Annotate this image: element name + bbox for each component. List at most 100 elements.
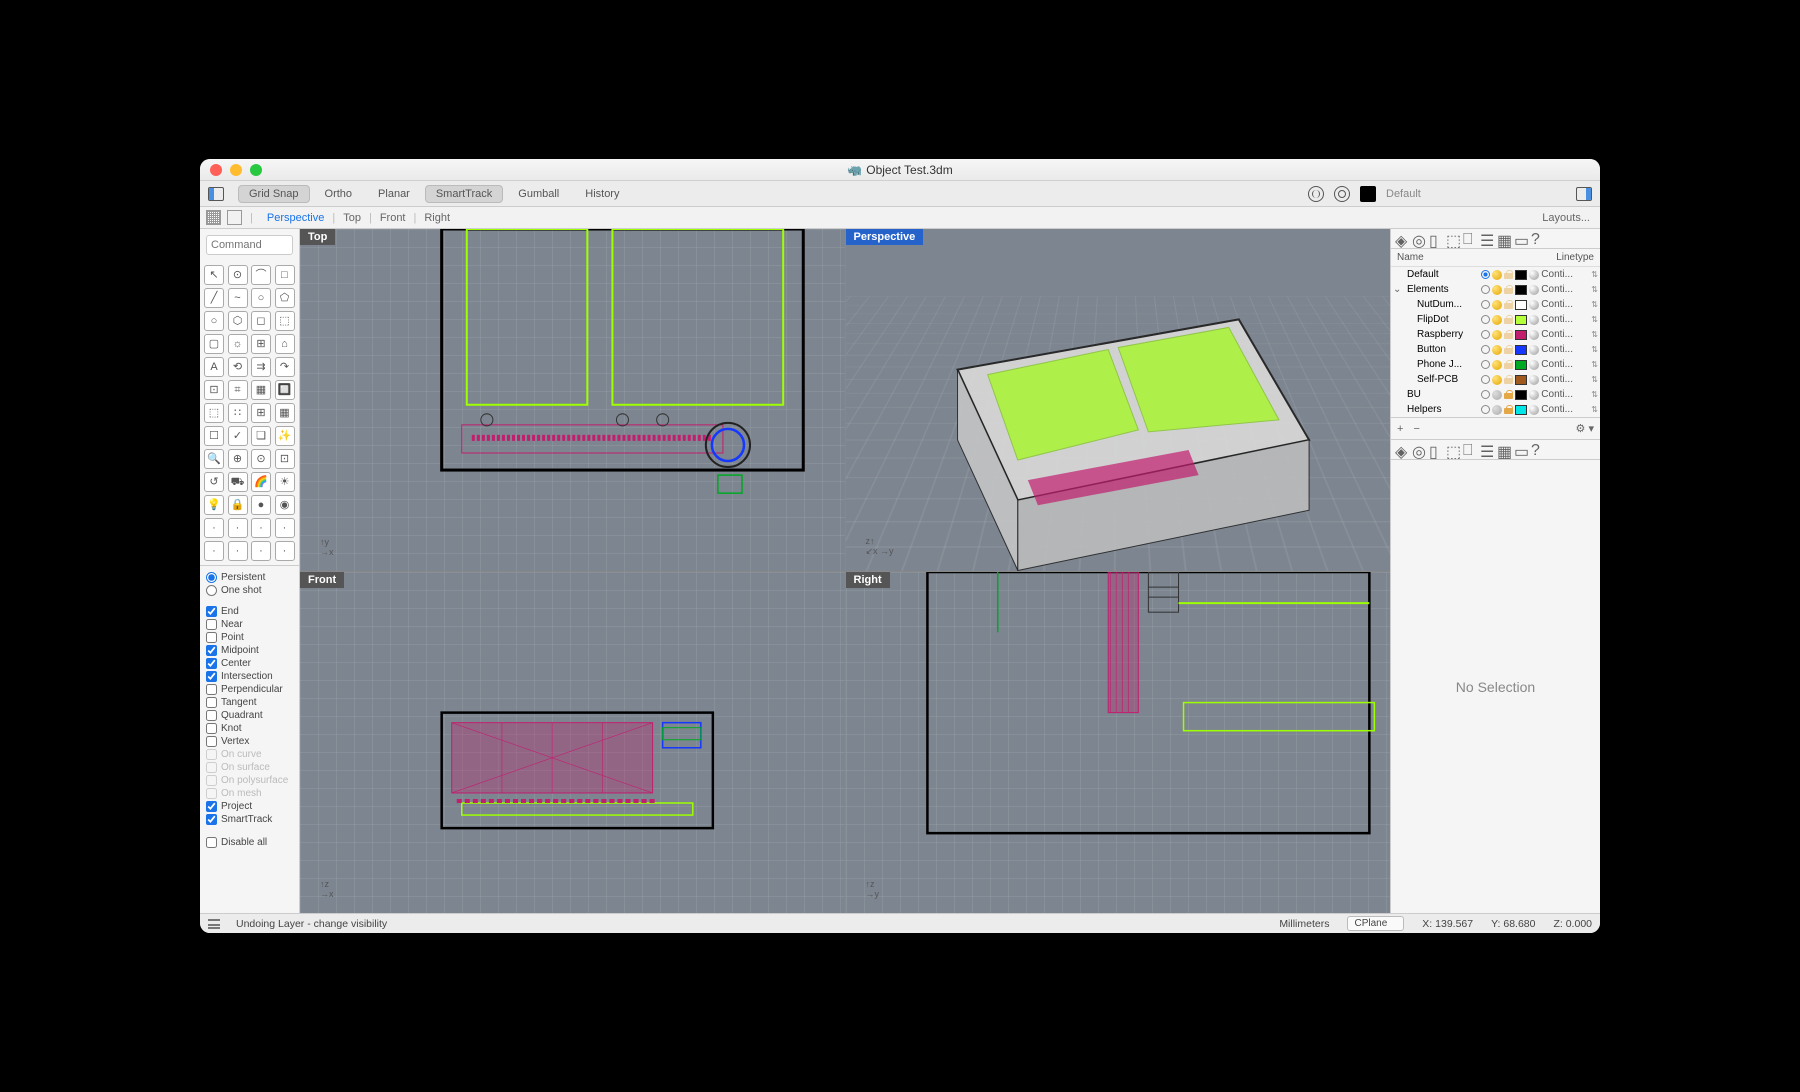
left-sidebar-toggle-icon[interactable] (208, 187, 224, 201)
statusbar-menu-icon[interactable] (208, 919, 220, 929)
material-icon[interactable] (1529, 390, 1539, 400)
osnap-near[interactable]: Near (206, 619, 293, 630)
props-page-icon[interactable]: ▯ (1429, 442, 1444, 457)
lock-icon[interactable] (1504, 270, 1513, 279)
layer-current-radio[interactable] (1481, 375, 1490, 384)
tool-0[interactable]: ↖ (204, 265, 224, 285)
material-icon[interactable] (1529, 405, 1539, 415)
layer-current-radio[interactable] (1481, 405, 1490, 414)
view-grid-icon[interactable] (206, 210, 221, 225)
lightbulb-icon[interactable] (1492, 300, 1502, 310)
tool-8[interactable]: ○ (204, 311, 224, 331)
zoom-icon[interactable] (250, 164, 262, 176)
tool-27[interactable]: ▦ (275, 403, 295, 423)
viewport-perspective[interactable]: Perspective z↑↙x →y (846, 229, 1391, 571)
osnap-quadrant[interactable]: Quadrant (206, 710, 293, 721)
toggle-history[interactable]: History (574, 185, 630, 203)
tool-10[interactable]: ◻ (251, 311, 271, 331)
layer-dropdown[interactable]: Default (1386, 188, 1566, 200)
color-swatch[interactable] (1515, 390, 1527, 400)
tool-17[interactable]: ⟲ (228, 357, 248, 377)
status-units[interactable]: Millimeters (1279, 918, 1329, 930)
lightbulb-icon[interactable] (1492, 360, 1502, 370)
tool-19[interactable]: ↷ (275, 357, 295, 377)
material-icon[interactable] (1529, 285, 1539, 295)
layer-current-radio[interactable] (1481, 270, 1490, 279)
tool-28[interactable]: ☐ (204, 426, 224, 446)
color-swatch[interactable] (1515, 270, 1527, 280)
box-icon[interactable]: ⬚ (1446, 231, 1461, 246)
osnap-disable-all[interactable]: Disable all (206, 837, 293, 848)
osnap-midpoint[interactable]: Midpoint (206, 645, 293, 656)
color-swatch[interactable] (1515, 345, 1527, 355)
layer-row[interactable]: Phone J...Conti...⇅ (1391, 357, 1600, 372)
props-layers-icon[interactable]: ◈ (1395, 442, 1410, 457)
stack-icon[interactable]: ☰ (1480, 231, 1495, 246)
color-swatch[interactable] (1515, 375, 1527, 385)
toggle-smarttrack[interactable]: SmartTrack (425, 185, 503, 203)
tool-42[interactable]: ● (251, 495, 271, 515)
layer-row[interactable]: Self-PCBConti...⇅ (1391, 372, 1600, 387)
view-single-icon[interactable] (227, 210, 242, 225)
material-icon[interactable] (1529, 345, 1539, 355)
props-help-icon[interactable]: ? (1531, 442, 1546, 457)
osnap-point[interactable]: Point (206, 632, 293, 643)
lock-icon[interactable] (1504, 285, 1513, 294)
layer-current-radio[interactable] (1481, 315, 1490, 324)
tool-25[interactable]: ∷ (228, 403, 248, 423)
tool-37[interactable]: ⛟ (228, 472, 248, 492)
osnap-smarttrack[interactable]: SmartTrack (206, 814, 293, 825)
tool-16[interactable]: A (204, 357, 224, 377)
tool-21[interactable]: ⌗ (228, 380, 248, 400)
layer-row[interactable]: NutDum...Conti...⇅ (1391, 297, 1600, 312)
target-icon[interactable] (1308, 186, 1324, 202)
tool-38[interactable]: 🌈 (251, 472, 271, 492)
osnap-center[interactable]: Center (206, 658, 293, 669)
layer-row[interactable]: DefaultConti...⇅ (1391, 267, 1600, 282)
lock-icon[interactable] (1504, 405, 1513, 414)
material-icon[interactable] (1529, 360, 1539, 370)
layer-row[interactable]: BUConti...⇅ (1391, 387, 1600, 402)
view-tab-top[interactable]: Top (337, 212, 367, 224)
help-icon[interactable]: ? (1531, 231, 1546, 246)
tool-45[interactable]: · (228, 518, 248, 538)
tool-31[interactable]: ✨ (275, 426, 295, 446)
lightbulb-icon[interactable] (1492, 270, 1502, 280)
tool-23[interactable]: 🔲 (275, 380, 295, 400)
lightbulb-icon[interactable] (1492, 315, 1502, 325)
view-tab-front[interactable]: Front (374, 212, 412, 224)
lightbulb-icon[interactable] (1492, 405, 1502, 415)
lock-icon[interactable] (1504, 390, 1513, 399)
record-icon[interactable] (1334, 186, 1350, 202)
lock-icon[interactable] (1504, 375, 1513, 384)
osnap-tangent[interactable]: Tangent (206, 697, 293, 708)
tool-13[interactable]: ☼ (228, 334, 248, 354)
color-swatch[interactable] (1515, 285, 1527, 295)
props-stack-icon[interactable]: ☰ (1480, 442, 1495, 457)
add-layer-button[interactable]: + (1397, 423, 1403, 435)
lock-icon[interactable] (1504, 345, 1513, 354)
tool-5[interactable]: ~ (228, 288, 248, 308)
viewport-top[interactable]: Top ↑y→x (300, 229, 845, 571)
tool-26[interactable]: ⊞ (251, 403, 271, 423)
tool-29[interactable]: ✓ (228, 426, 248, 446)
tool-18[interactable]: ⇉ (251, 357, 271, 377)
layer-current-radio[interactable] (1481, 360, 1490, 369)
toggle-planar[interactable]: Planar (367, 185, 421, 203)
minimize-icon[interactable] (230, 164, 242, 176)
lock-icon[interactable] (1504, 360, 1513, 369)
grid-icon[interactable]: ▦ (1497, 231, 1512, 246)
tool-34[interactable]: ⊙ (251, 449, 271, 469)
osnap-project[interactable]: Project (206, 801, 293, 812)
lock-icon[interactable] (1504, 315, 1513, 324)
osnap-perpendicular[interactable]: Perpendicular (206, 684, 293, 695)
tool-22[interactable]: ▦ (251, 380, 271, 400)
tool-11[interactable]: ⬚ (275, 311, 295, 331)
tool-7[interactable]: ⬠ (275, 288, 295, 308)
layouts-button[interactable]: Layouts... (1542, 212, 1600, 224)
osnap-mode-persistent[interactable]: Persistent (206, 572, 293, 583)
material-icon[interactable] (1529, 300, 1539, 310)
layer-row[interactable]: FlipDotConti...⇅ (1391, 312, 1600, 327)
tool-47[interactable]: · (275, 518, 295, 538)
material-icon[interactable] (1529, 315, 1539, 325)
